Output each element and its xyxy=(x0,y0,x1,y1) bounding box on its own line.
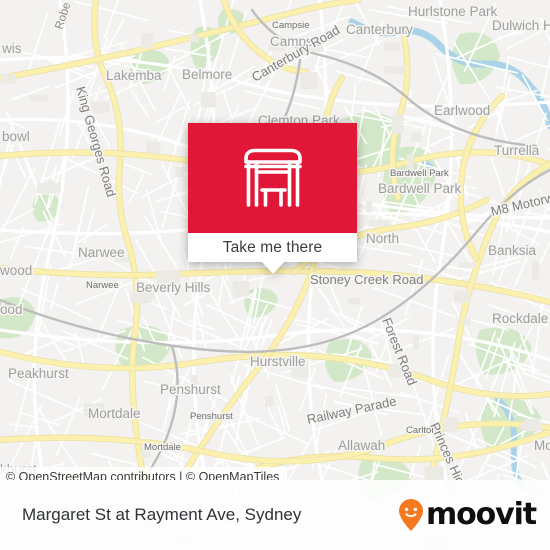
svg-text:bowl: bowl xyxy=(2,129,30,144)
svg-text:Mortdale: Mortdale xyxy=(88,406,141,421)
svg-text:Mortdale: Mortdale xyxy=(144,442,181,453)
svg-text:Princes Highway: Princes Highway xyxy=(427,420,480,480)
map-attribution-bar: © OpenStreetMap contributors | © OpenMap… xyxy=(0,467,288,480)
svg-text:ood: ood xyxy=(0,302,23,317)
svg-text:Hurlstone Park: Hurlstone Park xyxy=(408,4,498,19)
take-me-there-button[interactable]: Take me there xyxy=(188,233,357,262)
svg-text:Robe: Robe xyxy=(53,1,73,31)
stop-title: Margaret St at Rayment Ave, Sydney xyxy=(22,505,302,524)
svg-text:Penshurst: Penshurst xyxy=(160,382,221,397)
moovit-pin-icon xyxy=(398,499,423,531)
svg-text:Canterbury: Canterbury xyxy=(346,22,413,37)
svg-text:Stoney Creek Road: Stoney Creek Road xyxy=(310,272,423,287)
svg-text:Narwee: Narwee xyxy=(78,245,125,260)
svg-text:Campsie: Campsie xyxy=(272,20,310,31)
svg-text:Allawah: Allawah xyxy=(338,438,385,453)
moovit-logo[interactable]: moovit xyxy=(398,497,537,532)
svg-text:North: North xyxy=(366,231,399,246)
map-attribution-text: © OpenStreetMap contributors | © OpenMap… xyxy=(6,470,280,480)
svg-text:Narwee: Narwee xyxy=(86,280,119,291)
bus-shelter-icon xyxy=(243,148,302,207)
svg-text:Turrella: Turrella xyxy=(494,143,540,158)
moovit-stop-map-page: Robe wis Campsie Canterbury Hurlstone Park Du… xyxy=(0,0,550,550)
svg-text:wis: wis xyxy=(1,41,22,56)
svg-text:Bardwell Park: Bardwell Park xyxy=(378,181,462,196)
svg-text:Penshurst: Penshurst xyxy=(190,411,233,422)
svg-text:Canterbury Road: Canterbury Road xyxy=(249,22,342,84)
svg-text:Lakemba: Lakemba xyxy=(106,68,162,83)
popup-image-panel xyxy=(188,123,357,233)
footer-bar: Margaret St at Rayment Ave, Sydney moovi… xyxy=(0,480,550,550)
stop-popup-card[interactable]: Take me there xyxy=(188,123,357,274)
svg-text:Beverly Hills: Beverly Hills xyxy=(136,280,211,295)
svg-text:Peakhurst: Peakhurst xyxy=(8,366,69,381)
svg-text:King Georges Road: King Georges Road xyxy=(73,85,119,199)
map-viewport[interactable]: Robe wis Campsie Canterbury Hurlstone Park Du… xyxy=(0,0,550,480)
svg-text:Dulwich Hill: Dulwich Hill xyxy=(492,18,550,33)
svg-text:Hurstville: Hurstville xyxy=(250,354,306,369)
svg-text:wood: wood xyxy=(0,263,32,278)
svg-text:Earlwood: Earlwood xyxy=(434,103,490,118)
svg-text:Forest Road: Forest Road xyxy=(379,316,420,388)
svg-text:Bardwell Park: Bardwell Park xyxy=(390,168,449,179)
svg-text:Belmore: Belmore xyxy=(182,67,232,82)
svg-text:Banksia: Banksia xyxy=(488,243,537,258)
take-me-there-label: Take me there xyxy=(222,238,323,256)
moovit-wordmark: moovit xyxy=(425,497,537,532)
svg-text:M8 Motorw: M8 Motorw xyxy=(489,190,550,219)
svg-text:Railway Parade: Railway Parade xyxy=(306,393,398,427)
svg-text:Mor: Mor xyxy=(534,438,550,453)
svg-text:Rockdale: Rockdale xyxy=(492,311,548,326)
popup-pointer-tail xyxy=(260,261,285,274)
